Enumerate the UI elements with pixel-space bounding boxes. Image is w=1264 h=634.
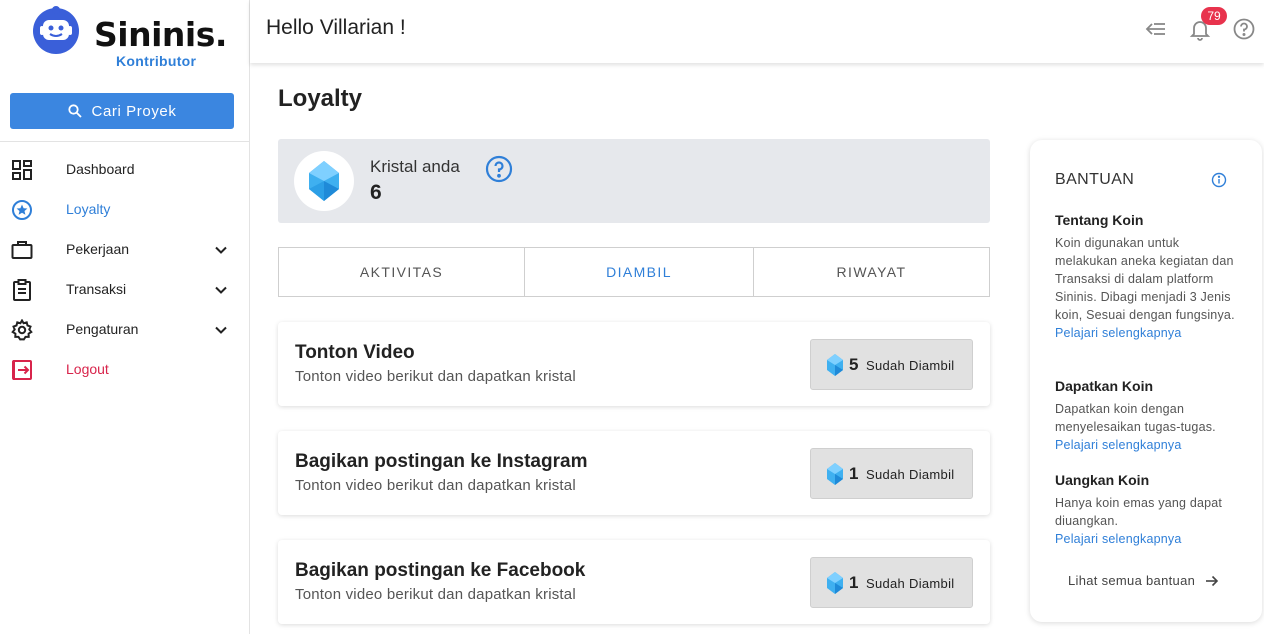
brand-subtitle: Kontributor [116,53,197,69]
task-card: Bagikan postingan ke Facebook Tonton vid… [278,540,990,624]
help-panel-title: BANTUAN [1055,171,1135,188]
reward-amount: 1 [849,573,859,592]
see-all-label: Lihat semua bantuan [1068,573,1196,588]
notification-badge: 79 [1201,7,1227,25]
brand[interactable]: Sininis. Kontributor [32,6,232,72]
greeting-text: Hello Villarian ! [266,16,406,39]
clipboard-icon [13,279,31,301]
briefcase-icon [11,241,33,259]
help-section-text: Dapatkan koin dengan menyelesaikan tugas… [1055,402,1216,434]
sidebar-item-dashboard[interactable]: Dashboard [0,149,249,189]
see-all-help-link[interactable]: Lihat semua bantuan [1068,573,1219,588]
top-header: Hello Villarian ! 79 [250,0,1264,63]
help-section: Uangkan Koin Hanya koin emas yang dapat … [1055,472,1245,546]
help-section-text: Hanya koin emas yang dapat diuangkan. [1055,496,1223,528]
claim-status: Sudah Diambil [866,358,955,373]
task-card: Bagikan postingan ke Instagram Tonton vi… [278,431,990,515]
help-section-title: Tentang Koin [1055,212,1144,228]
chevron-down-icon[interactable] [212,281,230,299]
sidebar-item-transaksi[interactable]: Transaksi [0,269,249,309]
help-panel: BANTUAN Tentang Koin Koin digunakan untu… [1030,140,1262,622]
chevron-down-icon[interactable] [212,321,230,339]
sidebar-item-label: Logout [66,361,109,377]
help-section: Tentang Koin Koin digunakan untuk melaku… [1055,212,1245,340]
task-description: Tonton video berikut dan dapatkan krista… [295,586,576,603]
reward-amount: 5 [849,355,859,374]
sidebar-item-label: Loyalty [66,201,111,217]
claimed-button[interactable]: 5 Sudah Diambil [810,339,973,390]
search-project-button[interactable]: Cari Proyek [10,93,234,129]
arrow-right-icon [1206,575,1219,586]
sidebar-item-logout[interactable]: Logout [0,349,249,389]
sidebar-divider [0,141,249,142]
chevron-down-icon[interactable] [212,241,230,259]
loyalty-tabs: AKTIVITAS DIAMBIL RIWAYAT [278,247,990,297]
tab-aktivitas[interactable]: AKTIVITAS [279,248,525,296]
info-icon[interactable] [1211,172,1227,188]
star-icon [12,200,32,220]
sidebar-item-pengaturan[interactable]: Pengaturan [0,309,249,349]
crystal-icon [309,161,339,201]
sidebar-nav: Dashboard Loyalty Pekerjaan Transaksi Pe… [0,149,249,389]
crystal-icon [827,572,843,594]
page-title: Loyalty [278,85,363,112]
dashboard-icon [12,160,32,180]
help-section: Dapatkan Koin Dapatkan koin dengan menye… [1055,378,1245,452]
gear-icon [11,319,33,341]
task-description: Tonton video berikut dan dapatkan krista… [295,368,576,385]
sidebar-item-loyalty[interactable]: Loyalty [0,189,249,229]
help-section-title: Dapatkan Koin [1055,378,1154,394]
task-title: Bagikan postingan ke Instagram [295,451,588,472]
task-description: Tonton video berikut dan dapatkan krista… [295,477,576,494]
sidebar: Sininis. Kontributor Cari Proyek Dashboa… [0,0,250,634]
claimed-button[interactable]: 1 Sudah Diambil [810,557,973,608]
learn-more-link[interactable]: Pelajari selengkapnya [1055,532,1245,546]
crystal-balance-card: Kristal anda 6 [278,139,990,223]
claim-status: Sudah Diambil [866,467,955,482]
learn-more-link[interactable]: Pelajari selengkapnya [1055,438,1245,452]
crystal-label: Kristal anda [370,157,460,176]
sidebar-item-pekerjaan[interactable]: Pekerjaan [0,229,249,269]
task-card: Tonton Video Tonton video berikut dan da… [278,322,990,406]
help-section-text: Koin digunakan untuk melakukan aneka keg… [1055,236,1235,322]
crystal-icon [827,463,843,485]
claim-status: Sudah Diambil [866,576,955,591]
tab-riwayat[interactable]: RIWAYAT [754,248,989,296]
reward-amount: 1 [849,464,859,483]
claimed-button[interactable]: 1 Sudah Diambil [810,448,973,499]
sidebar-item-label: Transaksi [66,281,127,297]
task-title: Bagikan postingan ke Facebook [295,560,586,581]
question-circle-icon[interactable] [485,155,513,183]
sidebar-item-label: Pengaturan [66,321,139,337]
sidebar-item-label: Dashboard [66,161,135,177]
tab-diambil[interactable]: DIAMBIL [525,248,754,296]
search-icon [67,104,82,118]
brand-name: Sininis. [94,15,227,54]
learn-more-link[interactable]: Pelajari selengkapnya [1055,326,1245,340]
help-circle-icon[interactable] [1232,17,1256,41]
crystal-value: 6 [370,181,382,204]
help-section-title: Uangkan Koin [1055,472,1150,488]
crystal-icon [827,354,843,376]
sidebar-item-label: Pekerjaan [66,241,130,257]
task-title: Tonton Video [295,342,415,363]
search-project-label: Cari Proyek [91,102,177,120]
collapse-menu-icon[interactable] [1144,17,1168,41]
crystal-avatar [294,151,354,211]
logout-icon [12,360,32,380]
robot-logo-icon [33,6,79,54]
